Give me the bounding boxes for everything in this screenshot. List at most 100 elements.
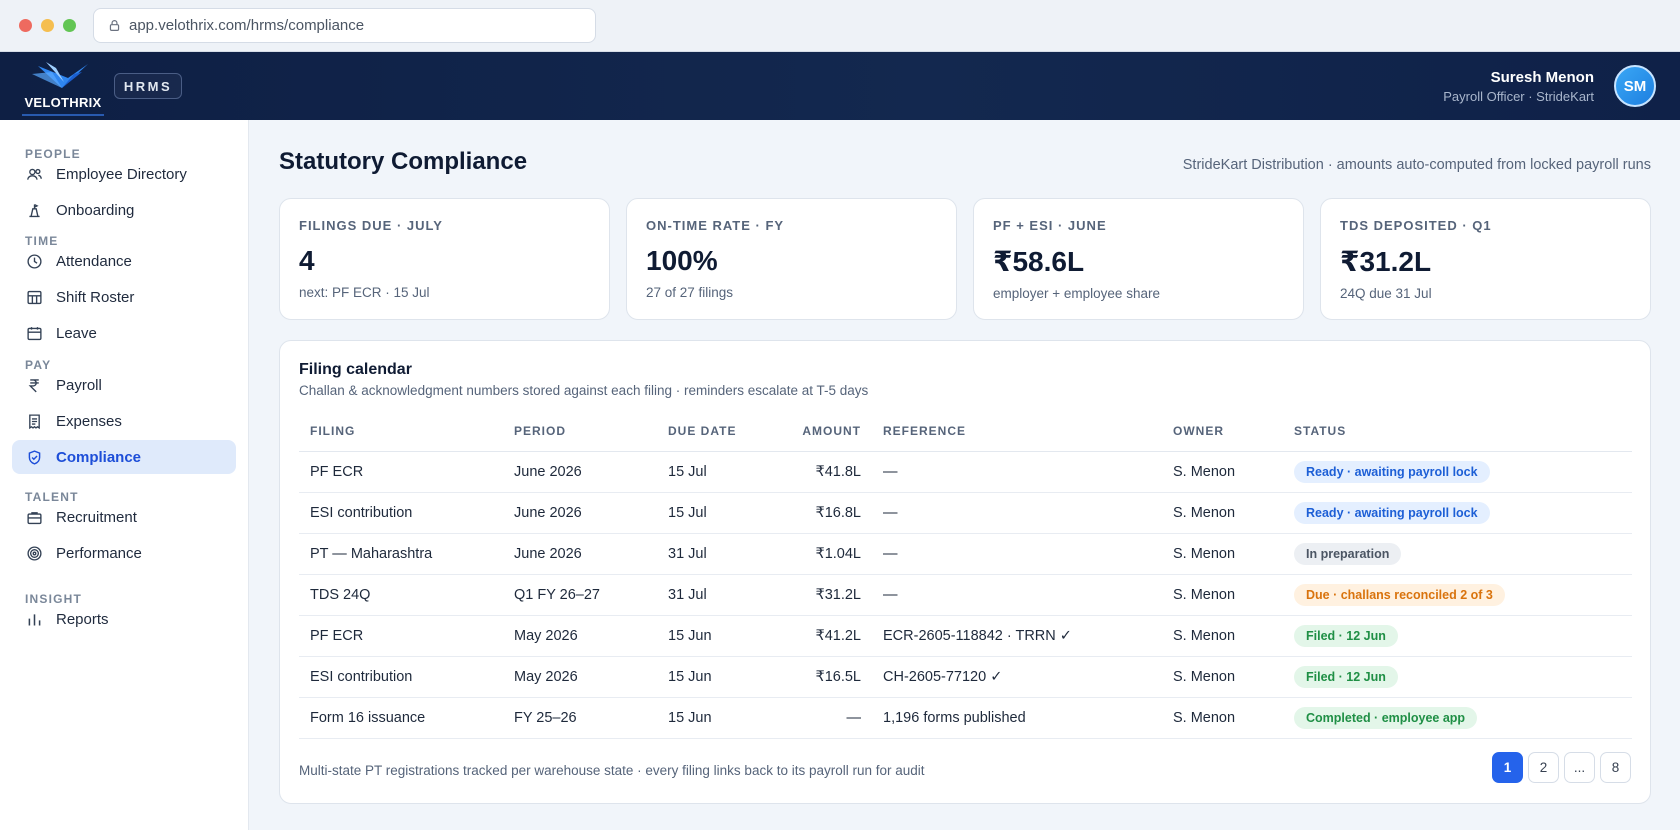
window-minimize-button[interactable] [41, 19, 54, 32]
cell-filing: PT — Maharashtra [299, 533, 503, 575]
address-url: app.velothrix.com/hrms/compliance [129, 17, 365, 34]
table-footnote: Multi-state PT registrations tracked per… [299, 763, 925, 778]
cell-period: June 2026 [503, 451, 657, 493]
sidebar-item-onboarding[interactable]: Onboarding [12, 193, 236, 227]
kpi-value: 100% [646, 245, 718, 276]
cell-reference: — [872, 492, 1162, 534]
pagination: 1 2 ... 8 [1492, 752, 1631, 783]
cell-owner: S. Menon [1162, 492, 1283, 534]
cell-filing: PF ECR [299, 451, 503, 493]
sidebar-item-employee-directory[interactable]: Employee Directory [12, 157, 236, 191]
user-info[interactable]: Suresh Menon Payroll Officer · StrideKar… [1443, 69, 1594, 104]
logo-underline [22, 114, 104, 116]
cell-owner: S. Menon [1162, 615, 1283, 657]
kpi-label: ON-TIME RATE · FY [646, 218, 785, 233]
cell-period: Q1 FY 26–27 [503, 574, 657, 616]
table-row[interactable]: ESI contribution May 2026 15 Jun ₹16.5L … [299, 656, 1632, 698]
cell-period: May 2026 [503, 656, 657, 698]
sidebar-item-recruitment[interactable]: Recruitment [12, 500, 236, 534]
app-header: VELOTHRIX HRMS Suresh Menon Payroll Offi… [0, 52, 1680, 120]
kpi-tds-deposited: TDS DEPOSITED · Q1 ₹31.2L 24Q due 31 Jul [1320, 198, 1651, 320]
status-badge: Ready · awaiting payroll lock [1294, 501, 1490, 524]
table-header-row: FILING PERIOD DUE DATE AMOUNT REFERENCE … [299, 411, 1632, 452]
sidebar-item-label: Attendance [56, 252, 132, 270]
table-row[interactable]: PT — Maharashtra June 2026 31 Jul ₹1.04L… [299, 533, 1632, 575]
kpi-value: ₹31.2L [1340, 246, 1432, 277]
window-maximize-button[interactable] [63, 19, 76, 32]
sidebar-item-label: Reports [56, 610, 109, 628]
sidebar-item-reports[interactable]: Reports [12, 602, 236, 636]
kpi-filings-due: FILINGS DUE · JULY 4 next: PF ECR · 15 J… [279, 198, 610, 320]
logo-wordmark: VELOTHRIX [24, 95, 102, 110]
cell-reference: CH-2605-77120 ✓ [872, 656, 1162, 698]
cell-reference: 1,196 forms published [872, 697, 1162, 739]
column-header-due-date[interactable]: DUE DATE [657, 411, 761, 452]
kpi-footnote: 24Q due 31 Jul [1340, 286, 1432, 301]
receipt-icon [29, 413, 40, 429]
sidebar-item-label: Performance [56, 544, 142, 562]
velothrix-logo[interactable]: VELOTHRIX [22, 58, 104, 116]
table-row[interactable]: Form 16 issuance FY 25–26 15 Jun — 1,196… [299, 697, 1632, 739]
column-header-reference[interactable]: REFERENCE [872, 411, 1162, 452]
filing-table: FILING PERIOD DUE DATE AMOUNT REFERENCE … [299, 411, 1632, 739]
calendar-icon [27, 326, 42, 340]
cell-period: FY 25–26 [503, 697, 657, 739]
sidebar-item-label: Payroll [56, 376, 102, 394]
shield-check-icon [28, 449, 41, 465]
column-header-amount[interactable]: AMOUNT [761, 411, 872, 452]
cell-due-date: 15 Jun [657, 656, 761, 698]
table-row[interactable]: PF ECR June 2026 15 Jul ₹41.8L — S. Meno… [299, 451, 1632, 493]
table-row[interactable]: PF ECR May 2026 15 Jun ₹41.2L ECR-2605-1… [299, 615, 1632, 657]
page-button-1[interactable]: 1 [1492, 752, 1523, 783]
onboarding-icon [29, 203, 40, 217]
column-header-owner[interactable]: OWNER [1162, 411, 1283, 452]
cell-owner: S. Menon [1162, 533, 1283, 575]
sidebar-item-leave[interactable]: Leave [12, 316, 236, 350]
cell-status: In preparation [1283, 533, 1632, 575]
avatar[interactable]: SM [1614, 65, 1656, 107]
user-role: Payroll Officer · StrideKart [1443, 89, 1594, 104]
users-icon [27, 168, 42, 180]
rupee-icon [28, 378, 39, 392]
address-bar[interactable]: app.velothrix.com/hrms/compliance [93, 8, 596, 43]
sidebar-item-compliance[interactable]: Compliance [12, 440, 236, 474]
cell-reference: — [872, 533, 1162, 575]
clock-icon [27, 253, 42, 269]
sidebar-item-payroll[interactable]: Payroll [12, 368, 236, 402]
kpi-label: FILINGS DUE · JULY [299, 218, 443, 233]
table-row[interactable]: ESI contribution June 2026 15 Jul ₹16.8L… [299, 492, 1632, 534]
sidebar-item-attendance[interactable]: Attendance [12, 244, 236, 278]
sidebar-item-expenses[interactable]: Expenses [12, 404, 236, 438]
sidebar-item-label: Leave [56, 324, 97, 342]
cell-status: Filed · 12 Jun [1283, 656, 1632, 698]
cell-amount: ₹41.8L [761, 451, 872, 493]
column-header-status[interactable]: STATUS [1283, 411, 1632, 452]
main-content: Statutory Compliance StrideKart Distribu… [249, 120, 1680, 830]
grid-icon [27, 290, 42, 304]
cell-amount: ₹16.5L [761, 656, 872, 698]
module-chip[interactable]: HRMS [114, 73, 182, 99]
column-header-filing[interactable]: FILING [299, 411, 503, 452]
sidebar-item-performance[interactable]: Performance [12, 536, 236, 570]
cell-owner: S. Menon [1162, 451, 1283, 493]
cell-status: Filed · 12 Jun [1283, 615, 1632, 657]
kpi-on-time-rate: ON-TIME RATE · FY 100% 27 of 27 filings [626, 198, 957, 320]
column-header-period[interactable]: PERIOD [503, 411, 657, 452]
page-button-8[interactable]: 8 [1600, 752, 1631, 783]
cell-due-date: 31 Jul [657, 533, 761, 575]
page-ellipsis[interactable]: ... [1564, 752, 1595, 783]
cell-owner: S. Menon [1162, 697, 1283, 739]
cell-owner: S. Menon [1162, 574, 1283, 616]
cell-owner: S. Menon [1162, 656, 1283, 698]
status-badge: Due · challans reconciled 2 of 3 [1294, 583, 1505, 606]
page-button-2[interactable]: 2 [1528, 752, 1559, 783]
page-title: Statutory Compliance [279, 148, 528, 175]
sidebar-item-shift-roster[interactable]: Shift Roster [12, 280, 236, 314]
cell-amount: — [761, 697, 872, 739]
cell-reference: — [872, 451, 1162, 493]
table-row[interactable]: TDS 24Q Q1 FY 26–27 31 Jul ₹31.2L — S. M… [299, 574, 1632, 616]
window-close-button[interactable] [19, 19, 32, 32]
cell-period: May 2026 [503, 615, 657, 657]
lock-icon [109, 20, 120, 31]
kpi-footnote: next: PF ECR · 15 Jul [299, 285, 430, 300]
